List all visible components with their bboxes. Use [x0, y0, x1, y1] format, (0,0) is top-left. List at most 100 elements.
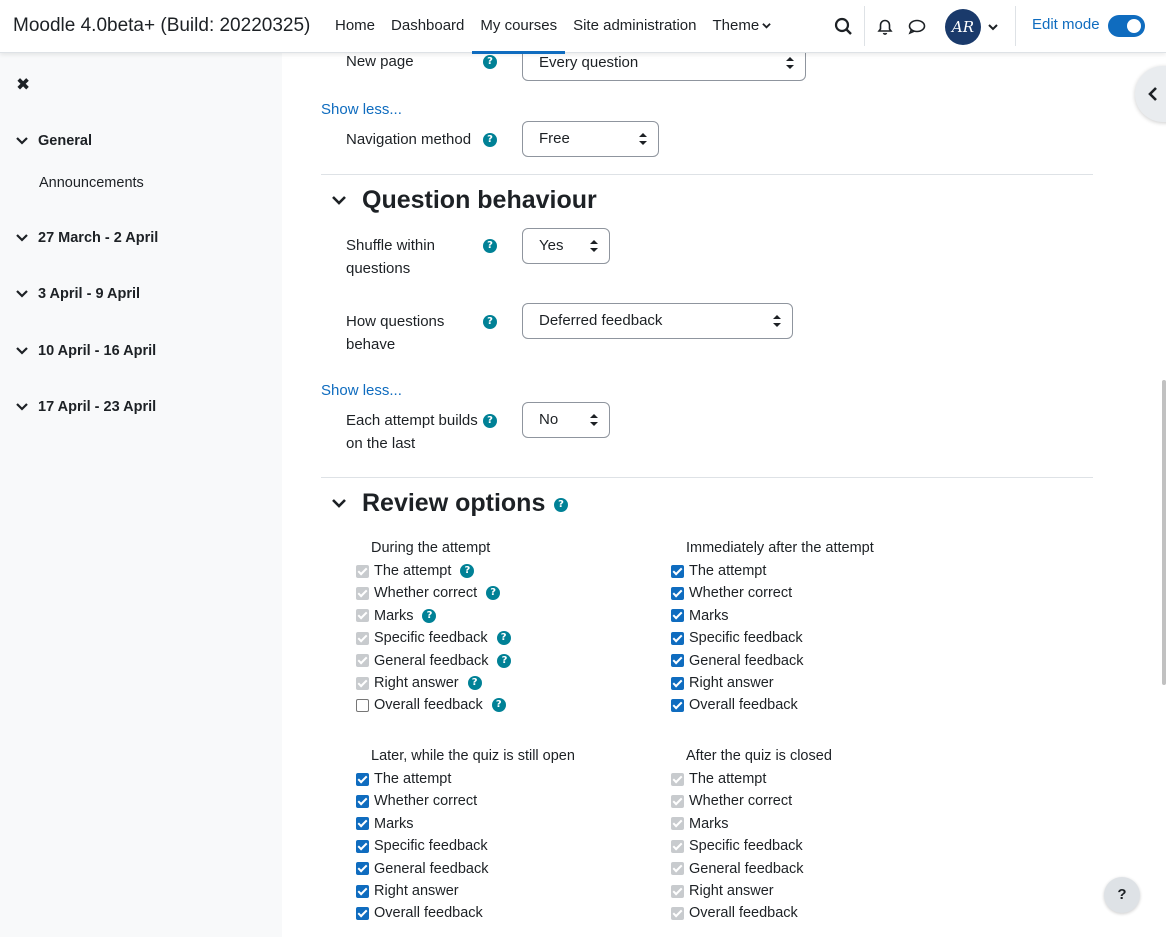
chevron-down-icon[interactable]: [16, 402, 28, 412]
help-icon[interactable]: ?: [497, 653, 512, 668]
review-option-row: The attempt?: [356, 561, 475, 581]
review-option-row: General feedback: [356, 859, 488, 879]
drawer-section-week-1[interactable]: 27 March - 2 April: [16, 230, 158, 246]
close-icon[interactable]: ✖: [16, 75, 30, 95]
help-icon[interactable]: ?: [483, 414, 497, 428]
review-option-label: Specific feedback: [689, 630, 803, 647]
review-option-checkbox[interactable]: [356, 698, 369, 712]
review-option-checkbox[interactable]: [671, 631, 684, 645]
review-option-row: Specific feedback: [671, 836, 803, 856]
review-option-checkbox[interactable]: [356, 906, 369, 920]
review-option-label: Overall feedback: [374, 905, 483, 922]
help-icon[interactable]: ?: [483, 55, 497, 69]
review-option-label: Marks: [374, 607, 414, 624]
review-option-label: The attempt: [374, 771, 452, 787]
show-less-link[interactable]: Show less...: [321, 382, 402, 399]
edit-mode-toggle[interactable]: [1108, 15, 1145, 37]
review-option-row: Whether correct: [356, 791, 477, 811]
drawer-section-label: General: [38, 133, 92, 149]
page-scrollbar[interactable]: [1162, 380, 1166, 685]
help-icon[interactable]: ?: [467, 676, 482, 690]
review-option-checkbox: [671, 794, 684, 808]
each-attempt-select[interactable]: No: [522, 402, 610, 438]
review-option-checkbox: [356, 609, 369, 623]
nav-my-courses[interactable]: My courses: [472, 0, 565, 54]
help-icon[interactable]: ?: [496, 631, 511, 646]
review-option-checkbox[interactable]: [356, 817, 369, 831]
review-option-label: General feedback: [689, 860, 804, 877]
review-option-label: Marks: [689, 815, 729, 832]
review-option-label: Whether correct: [689, 585, 793, 602]
bell-icon[interactable]: [874, 16, 896, 38]
drawer-item-announcements[interactable]: Announcements: [39, 175, 144, 191]
review-option-checkbox[interactable]: [356, 839, 369, 853]
nav-home[interactable]: Home: [327, 0, 383, 53]
review-option-label: Right answer: [689, 883, 774, 899]
chevron-down-icon[interactable]: [16, 346, 28, 356]
chevron-down-icon[interactable]: [16, 289, 28, 299]
navigation-method-select[interactable]: Free: [522, 121, 659, 157]
review-option-label: Overall feedback: [374, 697, 483, 714]
review-option-checkbox: [671, 839, 684, 853]
drawer-section-week-3[interactable]: 10 April - 16 April: [16, 343, 156, 359]
review-option-checkbox[interactable]: [671, 698, 684, 712]
review-option-checkbox[interactable]: [671, 609, 684, 623]
chevron-down-icon[interactable]: [16, 233, 28, 243]
review-option-checkbox[interactable]: [671, 586, 684, 600]
review-option-checkbox[interactable]: [671, 654, 684, 668]
review-option-row: Marks: [671, 814, 728, 834]
help-icon[interactable]: ?: [422, 608, 437, 623]
review-option-row: Right answer: [356, 881, 459, 901]
primary-nav: Home Dashboard My courses Site administr…: [327, 0, 780, 54]
drawer-section-general[interactable]: General: [16, 133, 92, 149]
chevron-down-icon[interactable]: [16, 136, 28, 146]
review-option-checkbox[interactable]: [356, 772, 369, 786]
review-options-header[interactable]: Review options: [332, 489, 545, 518]
question-behaviour-header[interactable]: Question behaviour: [332, 186, 597, 215]
chevron-down-icon[interactable]: [332, 498, 346, 509]
review-option-row: Marks?: [356, 606, 437, 626]
each-attempt-label-line2: on the last: [346, 435, 416, 452]
help-fab-button[interactable]: ?: [1104, 877, 1140, 913]
review-option-row: Overall feedback: [356, 903, 483, 923]
review-option-checkbox: [671, 772, 684, 786]
review-option-checkbox[interactable]: [356, 862, 369, 876]
shuffle-label-line2: questions: [346, 260, 411, 277]
chat-icon[interactable]: [906, 16, 928, 38]
nav-theme[interactable]: Theme: [705, 0, 780, 53]
how-behave-label: How questions behave: [346, 310, 444, 356]
help-icon[interactable]: ?: [483, 133, 497, 147]
drawer-section-week-4[interactable]: 17 April - 23 April: [16, 399, 156, 415]
review-option-label: Overall feedback: [689, 697, 798, 714]
how-behave-select[interactable]: Deferred feedback: [522, 303, 793, 339]
nav-divider: [1015, 6, 1016, 46]
help-icon[interactable]: ?: [483, 315, 497, 329]
review-option-label: The attempt: [374, 563, 452, 579]
help-icon[interactable]: ?: [491, 698, 506, 713]
review-option-checkbox[interactable]: [356, 884, 369, 898]
show-less-link[interactable]: Show less...: [321, 101, 402, 118]
review-option-row: The attempt: [356, 769, 451, 789]
search-icon[interactable]: [833, 16, 855, 38]
site-brand[interactable]: Moodle 4.0beta+ (Build: 20220325): [13, 15, 310, 37]
new-page-select-value: Every question: [539, 54, 639, 71]
review-option-checkbox[interactable]: [671, 676, 684, 690]
review-option-row: Overall feedback: [671, 903, 798, 923]
nav-site-administration[interactable]: Site administration: [565, 0, 704, 53]
review-option-checkbox[interactable]: [356, 794, 369, 808]
chevron-down-icon[interactable]: [332, 195, 346, 206]
help-icon[interactable]: ?: [483, 239, 497, 253]
drawer-section-week-2[interactable]: 3 April - 9 April: [16, 286, 140, 302]
review-option-checkbox[interactable]: [671, 564, 684, 578]
nav-dashboard[interactable]: Dashboard: [383, 0, 472, 53]
help-icon[interactable]: ?: [460, 564, 475, 578]
review-column-title: Immediately after the attempt: [686, 540, 874, 556]
help-icon[interactable]: ?: [554, 498, 568, 512]
user-avatar[interactable]: AR: [945, 9, 981, 45]
shuffle-select[interactable]: Yes: [522, 228, 610, 264]
help-icon[interactable]: ?: [486, 586, 501, 601]
review-option-row: Specific feedback?: [356, 628, 511, 648]
review-option-row: General feedback: [671, 651, 803, 671]
user-menu-chevron-down-icon[interactable]: [988, 22, 998, 32]
review-option-row: General feedback?: [356, 651, 512, 671]
